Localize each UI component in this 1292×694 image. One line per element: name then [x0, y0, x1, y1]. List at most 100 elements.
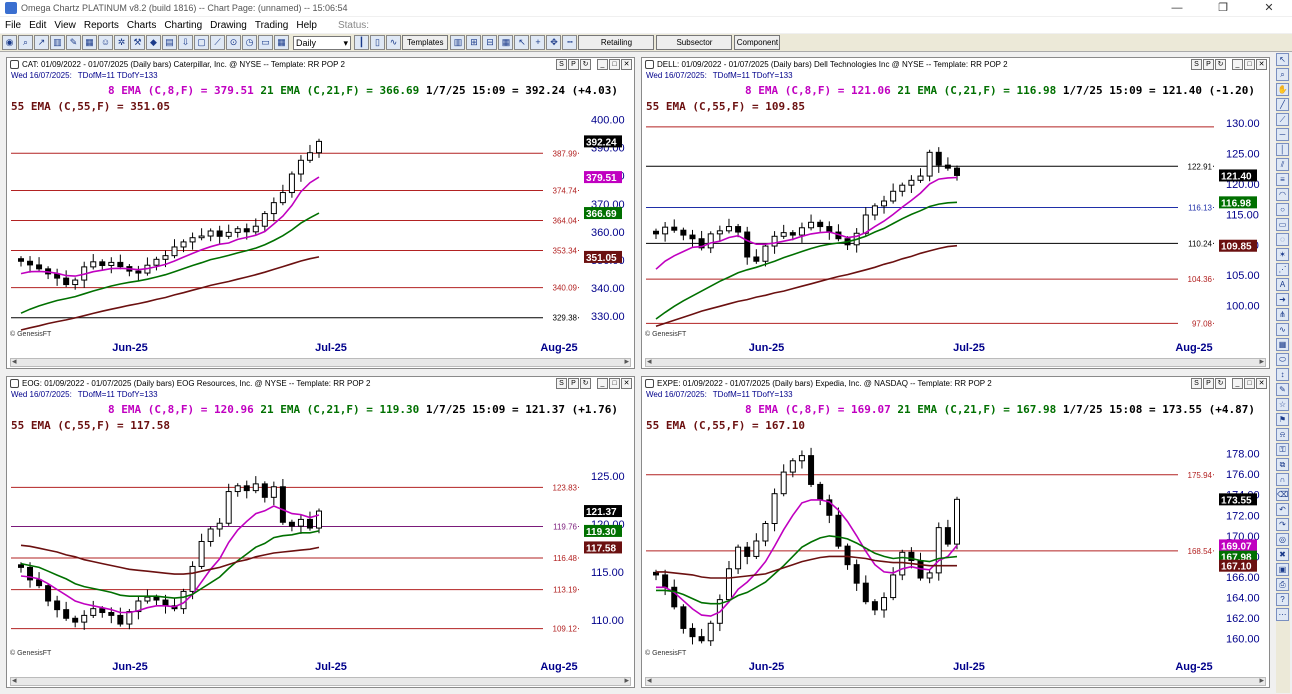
people-icon[interactable]: ☺: [98, 35, 113, 50]
x-tick-label: Jul-25: [315, 342, 347, 354]
line-chart-icon[interactable]: ∿: [386, 35, 401, 50]
pen-icon[interactable]: ✎: [66, 35, 81, 50]
tool-ray-icon[interactable]: ⟋: [1276, 113, 1289, 126]
zoom-icon[interactable]: ⌕: [18, 35, 33, 50]
tool-hand-icon[interactable]: ✋: [1276, 83, 1289, 96]
chart-pane-dell[interactable]: DELL: 01/09/2022 - 01/07/2025 (Daily bar…: [641, 57, 1270, 369]
tool-grid-icon[interactable]: ▦: [1276, 338, 1289, 351]
dash-icon[interactable]: ┅: [562, 35, 578, 50]
tool-rect-icon[interactable]: ▭: [1276, 218, 1289, 231]
down-arrow-icon[interactable]: ⇩: [178, 35, 193, 50]
tool-star-icon[interactable]: ☆: [1276, 398, 1289, 411]
horizontal-scrollbar[interactable]: [645, 356, 1266, 367]
tool-pointer-icon[interactable]: ↖: [1276, 53, 1289, 66]
target-icon[interactable]: ⊙: [226, 35, 241, 50]
retailing-button[interactable]: Retailing: [578, 35, 655, 50]
templates-button[interactable]: Templates: [402, 35, 449, 50]
clock-icon[interactable]: ◷: [242, 35, 257, 50]
tool-ellipse-icon[interactable]: ⬭: [1276, 353, 1289, 366]
chart-icon[interactable]: ↗: [34, 35, 49, 50]
chart-pane-expe[interactable]: EXPE: 01/09/2022 - 01/07/2025 (Daily bar…: [641, 376, 1270, 688]
tool-eye-icon[interactable]: ◎: [1276, 533, 1289, 546]
component-button[interactable]: Component: [734, 35, 781, 50]
candle-body: [707, 622, 714, 642]
horizontal-scrollbar[interactable]: [645, 675, 1266, 686]
candle-body: [817, 221, 824, 228]
candle-body: [689, 627, 696, 638]
restore-icon[interactable]: ❐: [1200, 0, 1246, 16]
crosshair-icon[interactable]: +: [530, 35, 546, 50]
folder-icon[interactable]: ▤: [162, 35, 177, 50]
subsector-button[interactable]: Subsector: [656, 35, 733, 50]
tool-gann-icon[interactable]: ✶: [1276, 248, 1289, 261]
tool-zoom-icon[interactable]: ⌕: [1276, 68, 1289, 81]
tool-copy-icon[interactable]: ⧉: [1276, 458, 1289, 471]
menu-help[interactable]: Help: [293, 20, 320, 31]
tool-line-icon[interactable]: ╱: [1276, 98, 1289, 111]
minimize-icon[interactable]: —: [1154, 0, 1200, 16]
tool-redo-icon[interactable]: ↷: [1276, 518, 1289, 531]
menu-reports[interactable]: Reports: [81, 20, 122, 31]
tool-arrow-icon[interactable]: ➜: [1276, 293, 1289, 306]
tool-trash-icon[interactable]: ✖: [1276, 548, 1289, 561]
tool-measure-icon[interactable]: ↕: [1276, 368, 1289, 381]
candle-icon[interactable]: ▯: [370, 35, 385, 50]
tool-lock-icon[interactable]: ⚿: [1276, 443, 1289, 456]
settings-icon[interactable]: ✲: [114, 35, 129, 50]
menu-view[interactable]: View: [51, 20, 79, 31]
menu-drawing[interactable]: Drawing: [207, 20, 250, 31]
grid-icon[interactable]: ▦: [82, 35, 97, 50]
tool-save-icon[interactable]: ▣: [1276, 563, 1289, 576]
chart-pane-cat[interactable]: CAT: 01/09/2022 - 01/07/2025 (Daily bars…: [6, 57, 635, 369]
cursor-icon[interactable]: ↖: [514, 35, 530, 50]
tool-wave-icon[interactable]: ∿: [1276, 323, 1289, 336]
tool-bell-icon[interactable]: ⍾: [1276, 428, 1289, 441]
tool-note-icon[interactable]: ✎: [1276, 383, 1289, 396]
tool-pitch-icon[interactable]: ⋔: [1276, 308, 1289, 321]
tool-fan-icon[interactable]: ⋰: [1276, 263, 1289, 276]
menu-charts[interactable]: Charts: [124, 20, 159, 31]
tool-more-icon[interactable]: ⋯: [1276, 608, 1289, 621]
move-icon[interactable]: ✥: [546, 35, 562, 50]
tool-cycle-icon[interactable]: ◌: [1276, 233, 1289, 246]
tool-print-icon[interactable]: ⎙: [1276, 578, 1289, 591]
layout-icon[interactable]: ▥: [450, 35, 466, 50]
tool-help-icon[interactable]: ?: [1276, 593, 1289, 606]
grid6-icon[interactable]: ⊟: [482, 35, 498, 50]
tool-vline-icon[interactable]: │: [1276, 143, 1289, 156]
menu-file[interactable]: File: [2, 20, 24, 31]
window-icon[interactable]: ▭: [258, 35, 273, 50]
candle-body: [735, 226, 742, 233]
candle-body: [698, 636, 705, 642]
close-icon[interactable]: ✕: [1246, 0, 1292, 16]
brush-icon[interactable]: ⟋: [210, 35, 225, 50]
tool-circle-icon[interactable]: ○: [1276, 203, 1289, 216]
tool-text-icon[interactable]: A: [1276, 278, 1289, 291]
candle-body: [189, 237, 196, 243]
bars-icon[interactable]: ▥: [50, 35, 65, 50]
page-icon[interactable]: ▢: [194, 35, 209, 50]
tool-erase-icon[interactable]: ⌫: [1276, 488, 1289, 501]
menu-edit[interactable]: Edit: [26, 20, 49, 31]
tool-hline-icon[interactable]: ─: [1276, 128, 1289, 141]
tool-fib-icon[interactable]: ≡: [1276, 173, 1289, 186]
globe-icon[interactable]: ◉: [2, 35, 17, 50]
tool-flag-icon[interactable]: ⚑: [1276, 413, 1289, 426]
horizontal-scrollbar[interactable]: [10, 675, 631, 686]
calendar-icon[interactable]: ▦: [274, 35, 289, 50]
period-select[interactable]: Daily: [293, 35, 351, 50]
grid9-icon[interactable]: ▦: [498, 35, 514, 50]
grid4-icon[interactable]: ⊞: [466, 35, 482, 50]
chart-pane-eog[interactable]: EOG: 01/09/2022 - 01/07/2025 (Daily bars…: [6, 376, 635, 688]
tool-magnet-icon[interactable]: ∩: [1276, 473, 1289, 486]
horizontal-scrollbar[interactable]: [10, 356, 631, 367]
tools-icon[interactable]: ⚒: [130, 35, 145, 50]
menu-charting[interactable]: Charting: [161, 20, 205, 31]
tool-undo-icon[interactable]: ↶: [1276, 503, 1289, 516]
bar-chart-icon[interactable]: ┃: [354, 35, 369, 50]
drop-icon[interactable]: ◆: [146, 35, 161, 50]
menu-trading[interactable]: Trading: [252, 20, 292, 31]
tool-channel-icon[interactable]: ⫽: [1276, 158, 1289, 171]
tool-arc-icon[interactable]: ◠: [1276, 188, 1289, 201]
price-tag-label: 392.24: [586, 137, 617, 148]
